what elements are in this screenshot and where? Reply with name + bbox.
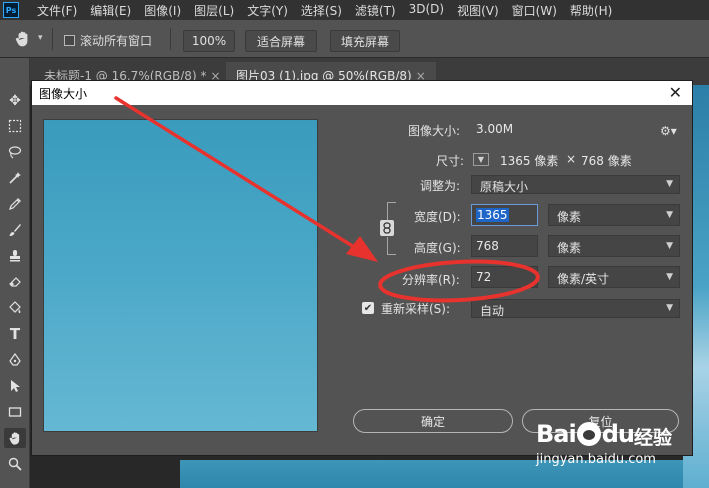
zoom-100-button[interactable]: 100% xyxy=(183,30,235,52)
fit-to-label: 调整为: xyxy=(420,179,461,193)
menu-item[interactable]: 滤镜(T) xyxy=(355,2,396,19)
width-unit-select[interactable]: 像素 ▼ xyxy=(548,204,680,226)
image-size-value: 3.00M xyxy=(476,122,514,136)
chevron-down-icon: ▼ xyxy=(666,241,673,251)
fit-screen-button[interactable]: 适合屏幕 xyxy=(245,30,317,52)
link-bracket xyxy=(387,202,396,220)
resolution-unit-select[interactable]: 像素/英寸 ▼ xyxy=(548,266,680,288)
rectangle-tool-icon[interactable] xyxy=(4,402,26,422)
path-select-tool-icon[interactable] xyxy=(4,376,26,396)
height-label: 高度(G): xyxy=(414,241,461,255)
type-tool-icon[interactable]: T xyxy=(4,324,26,344)
resample-checkbox[interactable]: ✔ xyxy=(362,302,374,314)
zoom-tool-icon[interactable] xyxy=(4,454,26,474)
menu-item[interactable]: 图像(I) xyxy=(144,2,181,19)
menu-item[interactable]: 图层(L) xyxy=(194,2,234,19)
divider xyxy=(52,28,53,50)
fit-to-select[interactable]: 原稿大小 ▼ xyxy=(471,175,680,194)
dimensions-label: 尺寸: xyxy=(436,154,465,168)
eraser-tool-icon[interactable] xyxy=(4,272,26,292)
baidu-logo-text-tail: du xyxy=(601,420,635,448)
scroll-all-windows-label: 滚动所有窗口 xyxy=(80,34,153,48)
menu-items: 文件(F) 编辑(E) 图像(I) 图层(L) 文字(Y) 选择(S) 滤镜(T) 3D(D)… xyxy=(37,2,625,19)
scroll-all-windows-checkbox[interactable] xyxy=(64,35,75,46)
height-unit: 像素 xyxy=(557,241,582,255)
dialog-titlebar: 图像大小 ✕ xyxy=(32,81,692,105)
resolution-input[interactable]: 72 xyxy=(471,266,538,288)
dimensions-width: 1365 像素 xyxy=(500,154,559,168)
width-input[interactable]: 1365 xyxy=(471,204,538,226)
ok-button[interactable]: 确定 xyxy=(353,409,513,433)
constrain-proportions-link-icon[interactable] xyxy=(380,220,394,236)
watermark: Bai du 经验 jingyan.baidu.com xyxy=(536,420,706,470)
baidu-logo: Bai du xyxy=(536,420,635,448)
stamp-tool-icon[interactable] xyxy=(4,246,26,266)
gear-icon[interactable]: ⚙▾ xyxy=(660,124,677,138)
chevron-down-icon: ▼ xyxy=(666,272,673,282)
width-value: 1365 xyxy=(476,208,509,222)
resolution-label: 分辨率(R): xyxy=(402,273,460,287)
width-label: 宽度(D): xyxy=(414,210,461,224)
chevron-down-icon: ▼ xyxy=(666,303,673,313)
resolution-value: 72 xyxy=(476,270,492,284)
hand-tool-active-icon[interactable] xyxy=(4,428,26,448)
fit-to-value: 原稿大小 xyxy=(480,180,529,194)
image-preview[interactable] xyxy=(43,119,318,432)
resample-value: 自动 xyxy=(480,304,505,318)
menu-item[interactable]: 帮助(H) xyxy=(570,2,612,19)
move-tool-icon[interactable]: ✥ xyxy=(4,91,26,111)
chevron-down-icon: ▼ xyxy=(666,179,673,189)
menu-item[interactable]: 文件(F) xyxy=(37,2,77,19)
fill-screen-button[interactable]: 填充屏幕 xyxy=(330,30,400,52)
menu-item[interactable]: 视图(V) xyxy=(457,2,499,19)
chevron-down-icon: ▼ xyxy=(666,210,673,220)
resample-label: 重新采样(S): xyxy=(381,302,451,316)
link-bracket xyxy=(387,237,396,255)
paint-bucket-tool-icon[interactable] xyxy=(4,298,26,318)
brush-tool-icon[interactable] xyxy=(4,220,26,240)
resample-select[interactable]: 自动 ▼ xyxy=(471,299,680,318)
menu-bar: Ps 文件(F) 编辑(E) 图像(I) 图层(L) 文字(Y) 选择(S) 滤镜(T) 3D… xyxy=(0,0,709,20)
width-unit: 像素 xyxy=(557,210,582,224)
image-size-label: 图像大小: xyxy=(408,124,461,138)
close-icon[interactable]: ✕ xyxy=(669,83,682,102)
hand-tool-icon[interactable] xyxy=(14,30,32,48)
height-unit-select[interactable]: 像素 ▼ xyxy=(548,235,680,257)
photoshop-logo: Ps xyxy=(3,2,19,18)
image-size-dialog: 图像大小 ✕ 图像大小: 3.00M ⚙▾ 尺寸: ▼ 1365 像素 × 76… xyxy=(31,80,693,456)
resolution-unit: 像素/英寸 xyxy=(557,272,610,286)
tool-preset-chevron-down-icon[interactable]: ▾ xyxy=(38,33,43,43)
watermark-url: jingyan.baidu.com xyxy=(536,452,656,467)
pen-tool-icon[interactable] xyxy=(4,350,26,370)
options-bar: ▾ 滚动所有窗口 100% 适合屏幕 填充屏幕 xyxy=(0,20,709,58)
height-input[interactable]: 768 xyxy=(471,235,538,257)
menu-item[interactable]: 文字(Y) xyxy=(247,2,288,19)
baidu-logo-text: Bai xyxy=(536,420,577,448)
tool-panel: ✥ T xyxy=(0,58,30,488)
dimensions-chevron-down-icon[interactable]: ▼ xyxy=(473,153,489,166)
baidu-paw-icon xyxy=(576,422,601,446)
marquee-tool-icon[interactable] xyxy=(4,116,26,136)
height-value: 768 xyxy=(476,239,499,253)
divider xyxy=(170,28,171,50)
dimensions-height: 768 像素 xyxy=(581,154,632,168)
jingyan-text: 经验 xyxy=(634,427,673,449)
menu-item[interactable]: 编辑(E) xyxy=(90,2,131,19)
menu-item[interactable]: 选择(S) xyxy=(301,2,342,19)
eyedropper-tool-icon[interactable] xyxy=(4,194,26,214)
dialog-title: 图像大小 xyxy=(39,87,88,101)
menu-item[interactable]: 窗口(W) xyxy=(512,2,557,19)
dimensions-times: × xyxy=(566,152,577,166)
lasso-tool-icon[interactable] xyxy=(4,142,26,162)
menu-item[interactable]: 3D(D) xyxy=(409,2,444,19)
magic-wand-tool-icon[interactable] xyxy=(4,168,26,188)
